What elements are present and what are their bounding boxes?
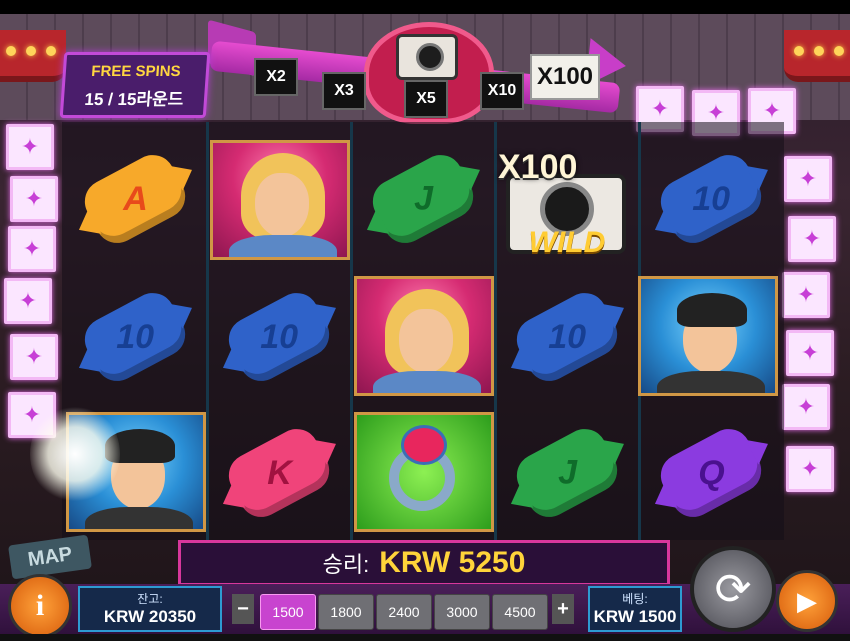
autoplay-button[interactable]: ▶ [776,570,838,632]
wild-symbol: X100 WILD [494,130,640,270]
camera-icon [396,34,458,80]
bet-option-1500[interactable]: 1500 [260,594,316,630]
awning-left [0,30,66,82]
top-bar [0,0,850,14]
multiplier-x3: X3 [322,72,366,110]
photo-frame-icon: ✦ [8,226,56,272]
multiplier-x10: X10 [480,72,524,110]
photo-frame-icon: ✦ [788,216,836,262]
bet-option-3000[interactable]: 3000 [434,594,490,630]
multiplier-x2: X2 [254,58,298,96]
bet-option-1800[interactable]: 1800 [318,594,374,630]
multiplier-x5: X5 [404,80,448,118]
symbol-10: 10 [640,138,782,260]
bet-box: 베팅: KRW 1500 [588,586,682,632]
symbol-10: 10 [208,276,350,398]
wild-multiplier: X100 [498,148,578,186]
photo-frame-icon: ✦ [782,272,830,318]
symbol-j: J [496,412,638,534]
symbol-man-portrait [638,276,778,396]
symbol-10: 10 [496,276,638,398]
balance-box: 잔고: KRW 20350 [78,586,222,632]
free-spins-count: 15 / 15라운드 [83,90,185,109]
awning-right [784,30,850,82]
photo-frame-icon: ✦ [10,334,58,380]
symbol-woman-portrait [354,276,494,396]
photo-frame-icon: ✦ [782,384,830,430]
symbol-10: 10 [64,276,206,398]
photo-frame-icon: ✦ [6,124,54,170]
wild-label: WILD [528,226,606,259]
spin-icon: ⟳ [714,564,752,614]
free-spins-panel: FREE SPINS 15 / 15라운드 [59,52,211,118]
free-spins-title: FREE SPINS [90,63,182,80]
win-label: 승리: [322,552,370,577]
sparkle-glow [30,404,120,504]
photo-frame-icon: ✦ [786,446,834,492]
symbol-woman-portrait [210,140,350,260]
autoplay-icon: ▶ [797,585,817,616]
bet-value: KRW 1500 [593,607,677,626]
photo-frame-icon: ✦ [10,176,58,222]
footer-strip [0,634,850,641]
multiplier-x100: X100 [530,54,600,100]
game-stage: X2 X3 X5 X10 X100 FREE SPINS 15 / 15라운드 … [0,0,850,641]
bet-decrease-button[interactable]: − [232,594,254,624]
spin-button[interactable]: ⟳ [690,546,776,632]
symbol-k: K [208,412,350,534]
symbol-q: Q [640,412,782,534]
bet-option-2400[interactable]: 2400 [376,594,432,630]
photo-frame-icon: ✦ [784,156,832,202]
symbol-a: A [64,138,206,260]
info-button[interactable]: i [8,574,72,638]
bet-option-4500[interactable]: 4500 [492,594,548,630]
win-amount: KRW 5250 [379,546,526,579]
symbol-j: J [352,138,494,260]
photo-frame-icon: ✦ [786,330,834,376]
balance-label: 잔고: [137,592,163,606]
map-sign: MAP [8,534,92,580]
photo-frame-icon: ✦ [4,278,52,324]
balance-value: KRW 20350 [103,607,197,626]
bet-label: 베팅: [622,592,648,606]
bet-increase-button[interactable]: + [552,594,574,624]
symbol-ring [354,412,494,532]
win-display: 승리: KRW 5250 [178,540,670,586]
info-icon: i [35,589,45,622]
